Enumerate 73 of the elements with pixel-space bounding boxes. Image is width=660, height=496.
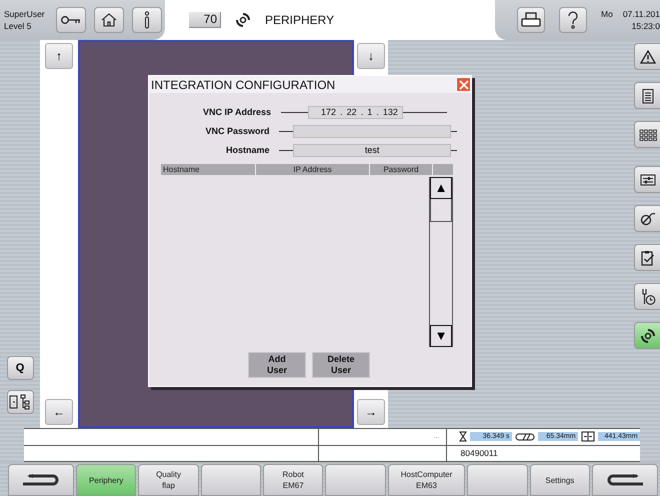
- softkey-button[interactable]: Settings: [530, 464, 590, 496]
- sliders-button[interactable]: [634, 166, 660, 193]
- scroll-right-button[interactable]: →: [357, 399, 385, 425]
- field-label: VNC Password: [204, 126, 270, 136]
- column-header: Hostname: [161, 164, 256, 175]
- list-button[interactable]: [634, 82, 660, 109]
- clipboard-button[interactable]: [634, 244, 660, 271]
- return-arrow-icon: [21, 473, 61, 487]
- warning-icon: [640, 50, 656, 64]
- forward-button[interactable]: [592, 464, 658, 496]
- home-button[interactable]: [94, 7, 124, 33]
- quick-button[interactable]: Q: [6, 356, 34, 380]
- softkey-button[interactable]: Periphery: [76, 464, 136, 496]
- structure-button[interactable]: [6, 390, 34, 414]
- dialog-title: INTEGRATION CONFIGURATION: [151, 78, 336, 92]
- scrollbar-thumb[interactable]: [430, 199, 452, 222]
- info-icon: [143, 11, 151, 29]
- field-label: VNC IP Address: [202, 107, 271, 117]
- clipboard-icon: [640, 250, 654, 266]
- side-panel: [640, 428, 660, 462]
- wrench-clock-icon: [640, 288, 656, 306]
- warning-button[interactable]: [634, 43, 660, 70]
- help-button[interactable]: [559, 7, 587, 33]
- input-field[interactable]: [293, 124, 452, 138]
- tree-icon: [9, 394, 31, 410]
- length-icon: [580, 431, 595, 442]
- scroll-left-button[interactable]: ←: [45, 399, 73, 425]
- sliders-icon: [640, 174, 656, 186]
- cycle-button[interactable]: [634, 322, 660, 349]
- side-panel: [0, 428, 24, 462]
- info-button[interactable]: [132, 7, 162, 33]
- column-header: Password: [370, 164, 433, 175]
- grid-icon: [638, 128, 656, 140]
- column-header: IP Address: [256, 164, 370, 175]
- cycle-icon: [640, 328, 656, 344]
- close-icon: [458, 80, 468, 90]
- hourglass-icon: [458, 431, 467, 442]
- conveyor-icon: [514, 432, 535, 441]
- service-button[interactable]: [634, 283, 660, 310]
- weekday: Mo: [601, 8, 613, 20]
- forward-arrow-icon: [604, 473, 645, 487]
- home-icon: [101, 13, 117, 27]
- delete-user-button[interactable]: Delete User: [312, 352, 370, 378]
- close-button[interactable]: [456, 77, 471, 92]
- status-value: 80490011: [460, 448, 498, 458]
- user-level: Level 5: [4, 20, 32, 32]
- input-field[interactable]: test: [293, 144, 452, 156]
- softkey-button[interactable]: HostComputer EM63: [388, 464, 466, 496]
- user-name: SuperUser: [4, 8, 45, 20]
- scroll-down-button[interactable]: ↓: [357, 43, 385, 69]
- key-button[interactable]: [56, 7, 86, 33]
- field-label: Hostname: [224, 145, 270, 155]
- softkey-button[interactable]: Robot EM67: [263, 464, 324, 496]
- screen-title: PERIPHERY: [265, 13, 334, 27]
- notepad-icon: [642, 88, 654, 104]
- time: 15:23:0: [632, 20, 660, 32]
- cycle-icon: [235, 12, 251, 28]
- add-user-button[interactable]: Add User: [248, 352, 306, 378]
- question-icon: [567, 11, 579, 29]
- date: 07.11.201: [622, 8, 660, 20]
- scroll-up-button[interactable]: ▲: [430, 177, 452, 199]
- scroll-down-button[interactable]: ▼: [430, 325, 452, 347]
- tool-icon: [640, 212, 656, 226]
- cycle-number: 70: [189, 12, 221, 28]
- ip-address-field[interactable]: 172 . 22 . 1 . 132: [308, 106, 403, 118]
- grid-button[interactable]: [634, 121, 660, 148]
- tool-button[interactable]: [634, 205, 660, 232]
- back-button[interactable]: [8, 464, 74, 496]
- print-button[interactable]: [517, 7, 545, 33]
- key-icon: [61, 15, 81, 25]
- softkey-button[interactable]: Quality flap: [138, 464, 199, 496]
- scroll-up-button[interactable]: ↑: [45, 43, 73, 69]
- printer-icon: [521, 12, 541, 28]
